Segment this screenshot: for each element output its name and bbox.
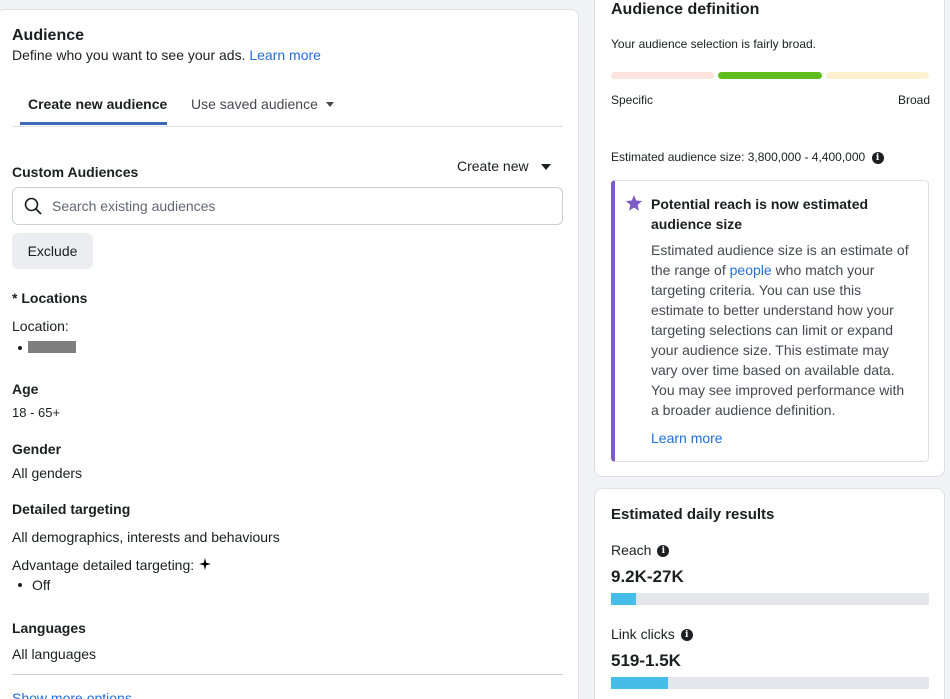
notice-body-after: who match your targeting criteria. You c… [651, 262, 905, 418]
advantage-value: Off [32, 577, 51, 593]
link-clicks-bar-fill [611, 677, 669, 689]
exclude-button[interactable]: Exclude [12, 233, 93, 269]
link-clicks-label-row: Link clicks i [611, 626, 693, 642]
estimated-audience-size-text: Estimated audience size: 3,800,000 - 4,4… [611, 150, 866, 164]
estimated-audience-size: Estimated audience size: 3,800,000 - 4,4… [611, 150, 884, 164]
show-more-options-link[interactable]: Show more options [12, 690, 132, 699]
languages-label: Languages [12, 620, 86, 636]
search-audiences-input[interactable] [52, 196, 552, 216]
audience-definition-title: Audience definition [611, 1, 760, 18]
advantage-bullet [18, 583, 22, 587]
tabs-divider [12, 126, 563, 127]
active-tab-indicator [20, 122, 167, 125]
daily-results-title: Estimated daily results [611, 506, 775, 523]
audience-description: Define who you want to see your ads. Lea… [12, 47, 321, 63]
meter-segment-broad [826, 72, 929, 79]
notice-people-link[interactable]: people [730, 262, 772, 278]
location-sublabel: Location: [12, 318, 69, 334]
languages-value: All languages [12, 646, 97, 662]
info-icon[interactable]: i [871, 151, 884, 164]
detailed-targeting-value: All demographics, interests and behaviou… [12, 529, 280, 545]
audience-breadth-status: Your audience selection is fairly broad. [611, 37, 817, 51]
search-audiences-field[interactable] [12, 187, 563, 225]
meter-max-label: Broad [898, 93, 931, 107]
create-new-label: Create new [457, 158, 529, 174]
locations-label: * Locations [12, 290, 88, 306]
advantage-label: Advantage detailed targeting: [12, 557, 195, 573]
sparkle-icon [199, 558, 212, 570]
audience-learn-more-link[interactable]: Learn more [249, 47, 321, 63]
notice-learn-more-link[interactable]: Learn more [651, 430, 723, 446]
reach-value: 9.2K-27K [611, 567, 684, 586]
section-divider [12, 674, 563, 675]
meter-min-label: Specific [611, 93, 654, 107]
audience-card [0, 9, 579, 699]
gender-value: All genders [12, 465, 83, 481]
tab-use-saved-audience-label: Use saved audience [191, 96, 318, 112]
gender-label: Gender [12, 441, 62, 457]
reach-bar [611, 593, 929, 605]
advantage-detailed-targeting: Advantage detailed targeting: [12, 557, 212, 573]
reach-label-row: Reach i [611, 542, 670, 558]
custom-audiences-label: Custom Audiences [12, 164, 139, 180]
create-new-dropdown[interactable]: Create new [457, 158, 552, 174]
detailed-targeting-label: Detailed targeting [12, 501, 131, 517]
reach-label: Reach [611, 542, 652, 558]
audience-description-text: Define who you want to see your ads. [12, 47, 246, 63]
info-icon[interactable]: i [680, 629, 693, 642]
notice-title: Potential reach is now estimated audienc… [651, 196, 869, 232]
caret-down-icon [325, 102, 334, 108]
age-value: 18 - 65+ [12, 405, 61, 420]
location-redacted [28, 341, 76, 353]
caret-down-icon [541, 164, 552, 171]
notice-body: Estimated audience size is an estimate o… [651, 240, 913, 420]
reach-bar-fill [611, 593, 637, 605]
meter-segment-active [718, 72, 822, 79]
tab-create-new-audience[interactable]: Create new audience [28, 96, 167, 112]
location-bullet [18, 346, 22, 350]
search-icon [24, 197, 42, 215]
meter-segment-specific [611, 72, 714, 79]
link-clicks-bar [611, 677, 929, 689]
link-clicks-value: 519-1.5K [611, 651, 681, 670]
link-clicks-label: Link clicks [611, 626, 675, 642]
audience-title: Audience [12, 27, 85, 44]
age-label: Age [12, 381, 39, 397]
tab-use-saved-audience[interactable]: Use saved audience [191, 96, 335, 112]
info-icon[interactable]: i [657, 545, 670, 558]
star-icon [625, 195, 643, 211]
